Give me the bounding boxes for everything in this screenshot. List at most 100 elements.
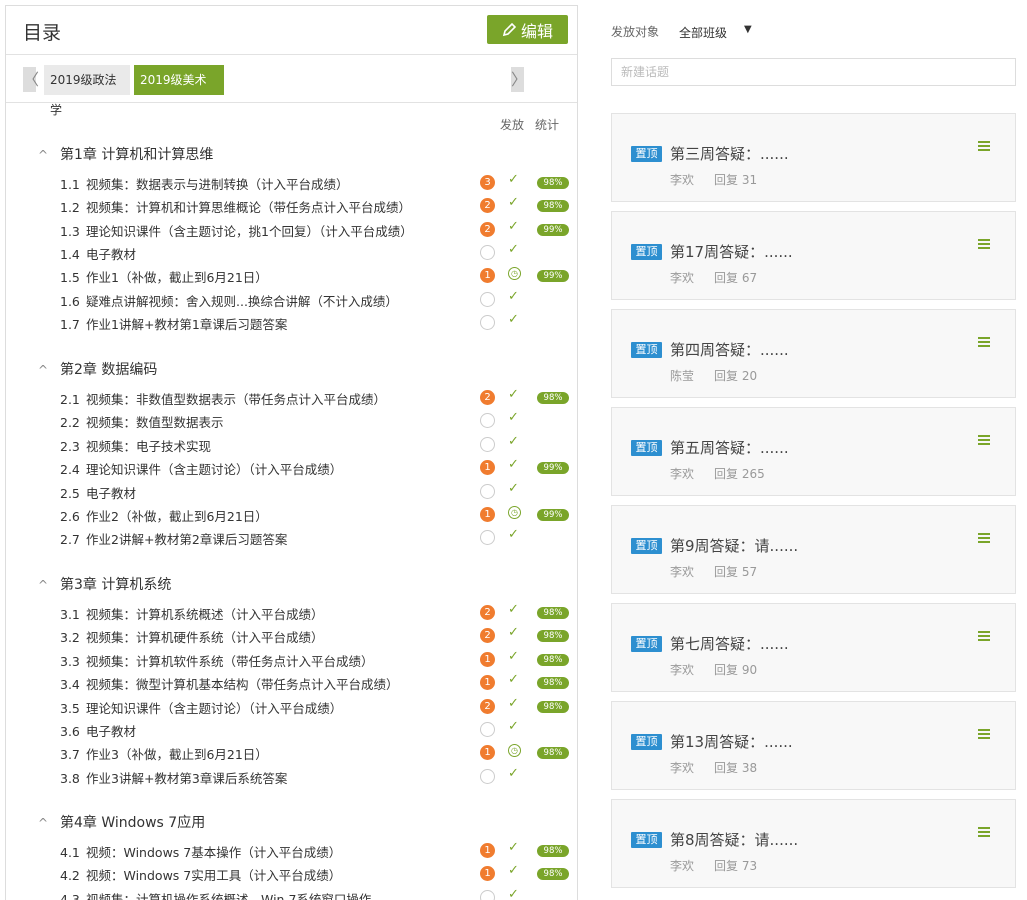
discussion-post[interactable]: 置顶 第8周答疑：请...... 李欢 回复 73 [611,799,1016,888]
menu-icon[interactable] [978,631,990,641]
issue-count-badge[interactable]: 1 [480,745,495,761]
discussion-post[interactable]: 置顶 第五周答疑：...... 李欢 回复 265 [611,407,1016,496]
check-icon[interactable]: ✓ [508,672,519,687]
issue-count-badge[interactable]: 2 [480,390,495,405]
check-icon[interactable]: ✓ [508,242,519,257]
check-icon[interactable]: ✓ [508,410,519,425]
check-icon[interactable]: ✓ [508,863,519,878]
completion-percent-badge[interactable]: 98% [537,177,569,189]
clock-icon[interactable]: ◷ [508,506,521,519]
check-icon[interactable]: ✓ [508,195,519,210]
menu-icon[interactable] [978,141,990,151]
check-icon[interactable]: ✓ [508,289,519,304]
check-icon[interactable]: ✓ [508,312,519,327]
issue-count-badge[interactable]: 1 [480,507,495,522]
chevron-up-icon[interactable]: ^ [38,148,52,162]
catalog-item[interactable]: 4.3 视频集：计算机操作系统概述，Win 7系统窗口操作 ✓ [60,887,575,900]
catalog-item[interactable]: 1.2 视频集：计算机和计算思维概论（带任务点计入平台成绩） 2 ✓ 98% [60,195,575,215]
issue-count-badge[interactable]: 1 [480,866,495,882]
empty-circle-icon[interactable] [480,291,495,307]
chevron-up-icon[interactable]: ^ [38,363,52,377]
completion-percent-badge[interactable]: 98% [537,747,569,760]
post-title[interactable]: 第9周答疑：请...... [670,535,798,556]
menu-icon[interactable] [978,435,990,445]
check-icon[interactable]: ✓ [508,527,519,542]
catalog-item[interactable]: 2.3 视频集：电子技术实现 ✓ [60,434,575,454]
tabs-prev-arrow[interactable]: 〈 [23,67,39,92]
catalog-item[interactable]: 3.1 视频集：计算机系统概述（计入平台成绩） 2 ✓ 98% [60,602,575,622]
check-icon[interactable]: ✓ [508,719,519,734]
completion-percent-badge[interactable]: 98% [537,392,569,404]
empty-circle-icon[interactable] [480,314,495,330]
check-icon[interactable]: ✓ [508,696,519,711]
menu-icon[interactable] [978,337,990,347]
check-icon[interactable]: ✓ [508,840,519,855]
issue-count-badge[interactable]: 2 [480,221,495,237]
catalog-item[interactable]: 1.6 疑难点讲解视频：舍入规则...换综合讲解（不计入成绩） ✓ [60,289,575,309]
issue-count-badge[interactable]: 2 [480,698,495,714]
discussion-post[interactable]: 置顶 第9周答疑：请...... 李欢 回复 57 [611,505,1016,594]
issue-count-badge[interactable]: 1 [480,268,495,284]
empty-circle-icon[interactable] [480,413,495,429]
post-title[interactable]: 第三周答疑：...... [670,143,789,164]
chapter-heading[interactable]: ^ 第1章 计算机和计算思维 [38,144,213,164]
issue-count-badge[interactable]: 2 [480,628,495,644]
issue-count-badge[interactable]: 3 [480,175,495,190]
catalog-item[interactable]: 1.4 电子教材 ✓ [60,242,575,262]
issue-count-badge[interactable]: 1 [480,460,495,476]
menu-icon[interactable] [978,729,990,739]
catalog-item[interactable]: 2.5 电子教材 ✓ [60,481,575,501]
catalog-item[interactable]: 3.8 作业3讲解+教材第3章课后系统答案 ✓ [60,766,575,786]
completion-percent-badge[interactable]: 99% [537,270,569,283]
post-title[interactable]: 第8周答疑：请...... [670,829,798,850]
catalog-item[interactable]: 3.2 视频集：计算机硬件系统（计入平台成绩） 2 ✓ 98% [60,625,575,645]
issue-count-badge[interactable]: 2 [480,605,495,620]
empty-circle-icon[interactable] [480,244,495,260]
check-icon[interactable]: ✓ [508,481,519,496]
chevron-down-icon[interactable]: ▼ [744,24,752,35]
check-icon[interactable]: ✓ [508,219,519,234]
check-icon[interactable]: ✓ [508,172,519,187]
check-icon[interactable]: ✓ [508,457,519,472]
clock-icon[interactable]: ◷ [508,744,521,758]
catalog-item[interactable]: 1.5 作业1（补做，截止到6月21日） 1 ◷ 99% [60,267,575,285]
catalog-item[interactable]: 1.7 作业1讲解+教材第1章课后习题答案 ✓ [60,312,575,332]
catalog-item[interactable]: 4.1 视频：Windows 7基本操作（计入平台成绩） 1 ✓ 98% [60,840,575,860]
catalog-item[interactable]: 3.3 视频集：计算机软件系统（带任务点计入平台成绩） 1 ✓ 98% [60,649,575,669]
catalog-item[interactable]: 3.5 理论知识课件（含主题讨论）（计入平台成绩） 2 ✓ 98% [60,696,575,716]
completion-percent-badge[interactable]: 98% [537,845,569,857]
check-icon[interactable]: ✓ [508,766,519,781]
chapter-heading[interactable]: ^ 第2章 数据编码 [38,359,157,379]
empty-circle-icon[interactable] [480,530,495,546]
edit-button[interactable]: 编辑 [487,15,568,44]
catalog-item[interactable]: 3.6 电子教材 ✓ [60,719,575,739]
new-topic-input[interactable]: 新建话题 [611,58,1016,86]
check-icon[interactable]: ✓ [508,649,519,664]
catalog-item[interactable]: 1.1 视频集：数据表示与进制转换（计入平台成绩） 3 ✓ 98% [60,172,575,192]
completion-percent-badge[interactable]: 98% [537,607,569,619]
discussion-post[interactable]: 置顶 第四周答疑：...... 陈莹 回复 20 [611,309,1016,398]
chevron-up-icon[interactable]: ^ [38,578,52,592]
issue-count-badge[interactable]: 2 [480,198,495,214]
check-icon[interactable]: ✓ [508,625,519,640]
catalog-item[interactable]: 4.2 视频：Windows 7实用工具（计入平台成绩） 1 ✓ 98% [60,863,575,883]
menu-icon[interactable] [978,239,990,249]
tab-class-0[interactable]: 2019级政法学 [44,65,130,117]
issue-count-badge[interactable]: 1 [480,651,495,667]
empty-circle-icon[interactable] [480,436,495,452]
tab-class-1[interactable]: 2019级美术学 [134,65,224,117]
chapter-heading[interactable]: ^ 第3章 计算机系统 [38,574,171,594]
chevron-up-icon[interactable]: ^ [38,816,52,830]
catalog-item[interactable]: 2.1 视频集：非数值型数据表示（带任务点计入平台成绩） 2 ✓ 98% [60,387,575,407]
check-icon[interactable]: ✓ [508,887,519,900]
post-title[interactable]: 第17周答疑：...... [670,241,793,262]
discussion-post[interactable]: 置顶 第13周答疑：...... 李欢 回复 38 [611,701,1016,790]
menu-icon[interactable] [978,827,990,837]
post-title[interactable]: 第13周答疑：...... [670,731,793,752]
completion-percent-badge[interactable]: 99% [537,462,569,475]
check-icon[interactable]: ✓ [508,434,519,449]
completion-percent-badge[interactable]: 98% [537,200,569,213]
post-title[interactable]: 第五周答疑：...... [670,437,789,458]
empty-circle-icon[interactable] [480,768,495,784]
completion-percent-badge[interactable]: 99% [537,509,569,521]
